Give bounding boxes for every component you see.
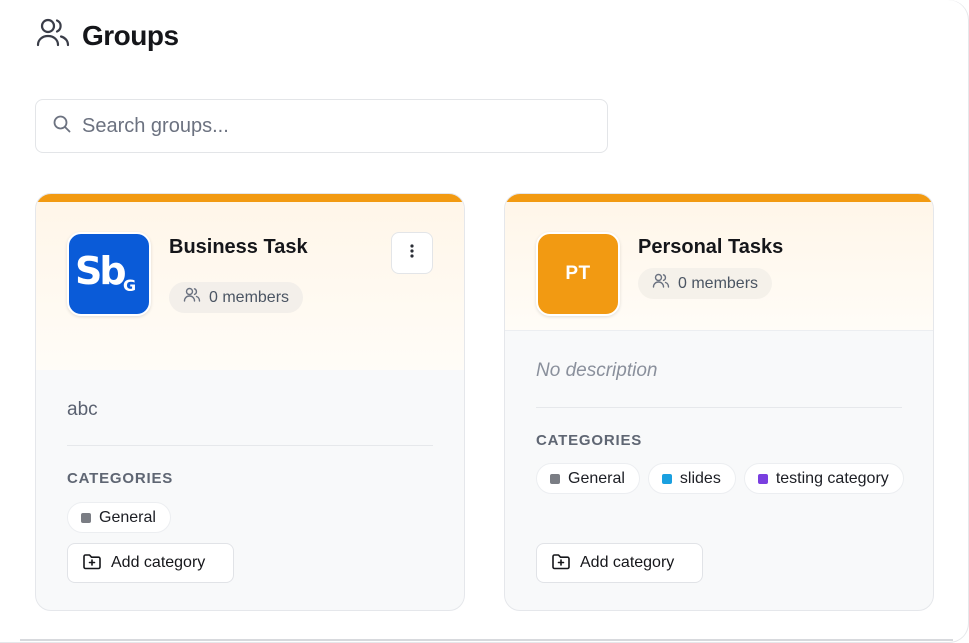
- svg-text:Sb: Sb: [75, 249, 125, 293]
- category-list: General: [67, 502, 437, 533]
- category-chip-general[interactable]: General: [536, 463, 640, 494]
- divider: [536, 407, 902, 408]
- users-icon: [183, 286, 201, 309]
- categories-label: CATEGORIES: [536, 432, 643, 449]
- card-accent-bar: [36, 194, 464, 202]
- add-category-label: Add category: [580, 554, 675, 571]
- group-avatar: Sb G: [67, 232, 151, 316]
- group-options-button[interactable]: [391, 232, 433, 274]
- category-chip-general[interactable]: General: [67, 502, 171, 533]
- group-avatar: PT: [536, 232, 620, 316]
- search-icon: [52, 114, 72, 139]
- folder-plus-icon: [551, 551, 571, 576]
- search-box[interactable]: [35, 99, 608, 153]
- users-icon: [36, 16, 70, 55]
- group-description: No description: [536, 360, 658, 381]
- members-badge: 0 members: [638, 268, 773, 299]
- category-list: General slides testing category: [536, 463, 906, 494]
- search-input[interactable]: [82, 114, 562, 138]
- sbg-logo-icon: Sb G: [71, 244, 147, 305]
- group-name[interactable]: Business Task: [169, 236, 308, 259]
- group-card-business-task[interactable]: Sb G Business Task 0 members abc CATEGOR…: [35, 193, 465, 611]
- group-name[interactable]: Personal Tasks: [638, 236, 783, 259]
- page-header: Groups: [36, 16, 179, 55]
- category-color-dot: [550, 473, 560, 484]
- bottom-divider: [20, 639, 953, 641]
- members-badge: 0 members: [169, 282, 304, 313]
- category-color-dot: [81, 512, 91, 523]
- category-color-dot: [757, 473, 768, 484]
- category-name: General: [568, 469, 625, 487]
- category-chip-testing-category[interactable]: testing category: [743, 463, 904, 494]
- category-chip-slides[interactable]: slides: [647, 463, 736, 494]
- category-name: slides: [679, 469, 721, 487]
- folder-plus-icon: [82, 551, 102, 576]
- users-icon: [652, 272, 670, 295]
- category-name: testing category: [775, 469, 889, 487]
- category-color-dot: [661, 473, 672, 484]
- group-card-personal-tasks[interactable]: PT Personal Tasks 0 members No descripti…: [504, 193, 934, 611]
- add-category-button[interactable]: Add category: [67, 543, 234, 583]
- svg-text:G: G: [123, 276, 136, 295]
- add-category-label: Add category: [111, 554, 206, 571]
- page-title: Groups: [82, 19, 179, 51]
- members-count: 0 members: [678, 274, 759, 292]
- divider: [67, 445, 433, 446]
- group-description: abc: [67, 399, 98, 420]
- card-accent-bar: [505, 194, 933, 202]
- add-category-button[interactable]: Add category: [536, 543, 703, 583]
- categories-label: CATEGORIES: [67, 470, 174, 487]
- more-vertical-icon: [404, 243, 420, 264]
- members-count: 0 members: [209, 288, 290, 306]
- category-name: General: [99, 508, 156, 526]
- avatar-initials: PT: [565, 263, 591, 284]
